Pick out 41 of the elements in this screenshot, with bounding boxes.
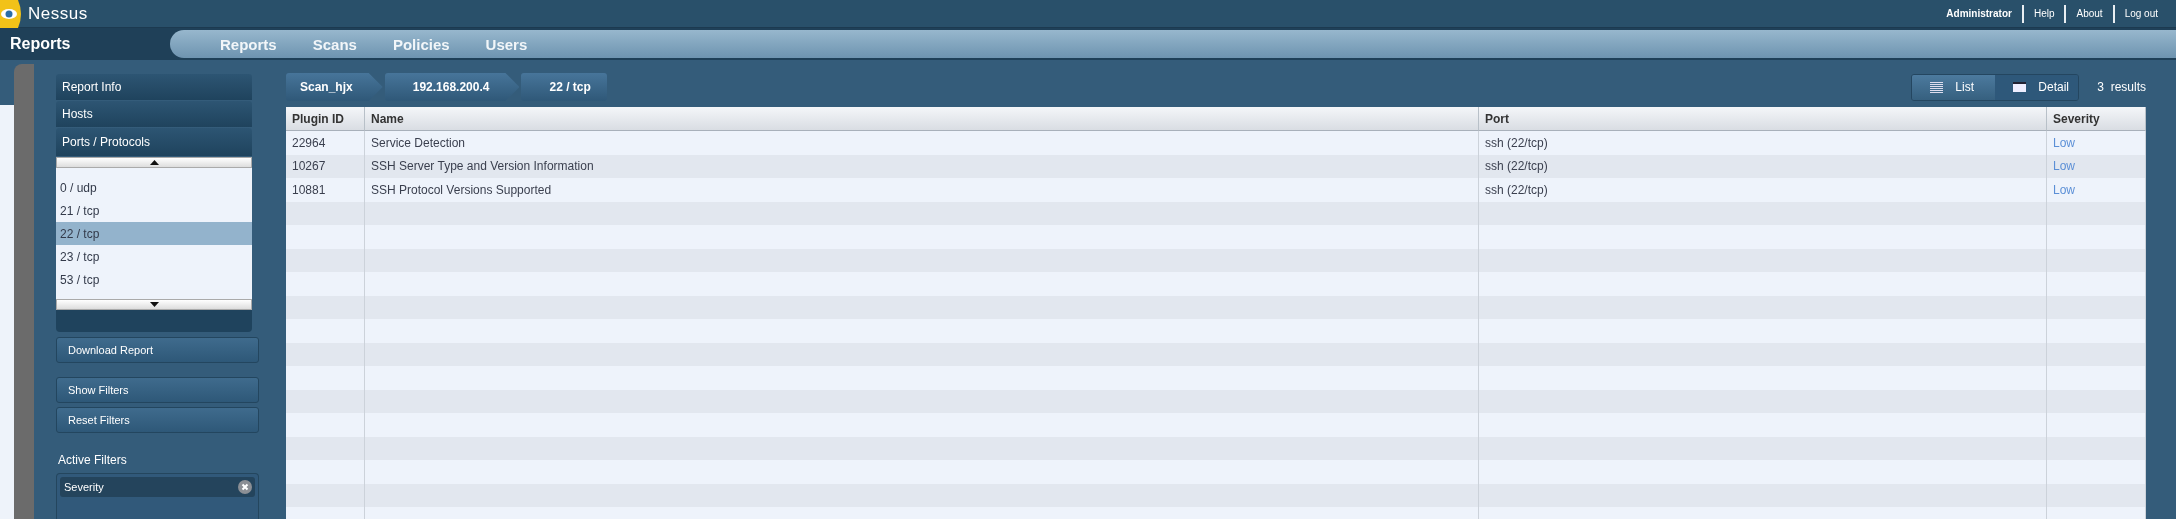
window-icon [2013,82,2027,92]
view-button[interactable]: List [1912,74,1996,100]
down-arrow-icon[interactable] [149,302,159,307]
header-link[interactable]: Log out [2112,4,2168,23]
filter-label: Severity [64,481,104,493]
header-link[interactable]: Help [2021,4,2065,23]
lines-icon [1930,81,1944,93]
table-cell: 22964 [286,131,365,155]
breadcrumb[interactable]: 22 / tcp [521,73,607,101]
column-header[interactable]: Plugin ID [286,107,365,131]
result-count: 3 results [2097,80,2146,94]
section-title: Active Filters [57,453,128,467]
sidebar-button[interactable]: Download Report [56,337,259,363]
table-cell: 10881 [286,178,365,202]
up-arrow-icon[interactable] [149,160,159,165]
column-header[interactable]: Severity [2047,107,2146,131]
header-link[interactable]: About [2064,4,2113,23]
sidebar-section[interactable]: Report Info [56,74,252,100]
table-cell: ssh (22/tcp) [1479,131,2047,155]
port-item[interactable]: 22 / tcp [56,222,252,245]
view-button[interactable]: Detail [1995,74,2079,100]
port-item[interactable]: 21 / tcp [56,199,252,222]
close-icon[interactable] [238,480,252,494]
port-item[interactable]: 0 / udp [56,176,252,199]
logo-text: Nessus [28,3,88,24]
user-name[interactable]: Administrator [1936,4,2022,23]
sidebar-section[interactable]: Hosts [56,101,252,127]
table-cell: Service Detection [365,131,1479,155]
table-cell: ssh (22/tcp) [1479,178,2047,202]
port-item[interactable]: 53 / tcp [56,268,252,291]
sidebar-button[interactable]: Show Filters [56,377,259,403]
column-header[interactable]: Port [1479,107,2047,131]
eye-logo-icon [0,0,24,28]
sidebar-section[interactable]: Ports / Protocols [56,128,252,156]
column-header[interactable]: Name [365,107,1479,131]
table-cell: SSH Protocol Versions Supported [365,178,1479,202]
port-item[interactable]: 23 / tcp [56,245,252,268]
sidebar-button[interactable]: Reset Filters [56,407,259,433]
breadcrumb[interactable]: Scan_hjx [286,73,383,101]
breadcrumb[interactable]: 192.168.200.4 [384,73,520,101]
page-title: Reports [9,35,72,53]
